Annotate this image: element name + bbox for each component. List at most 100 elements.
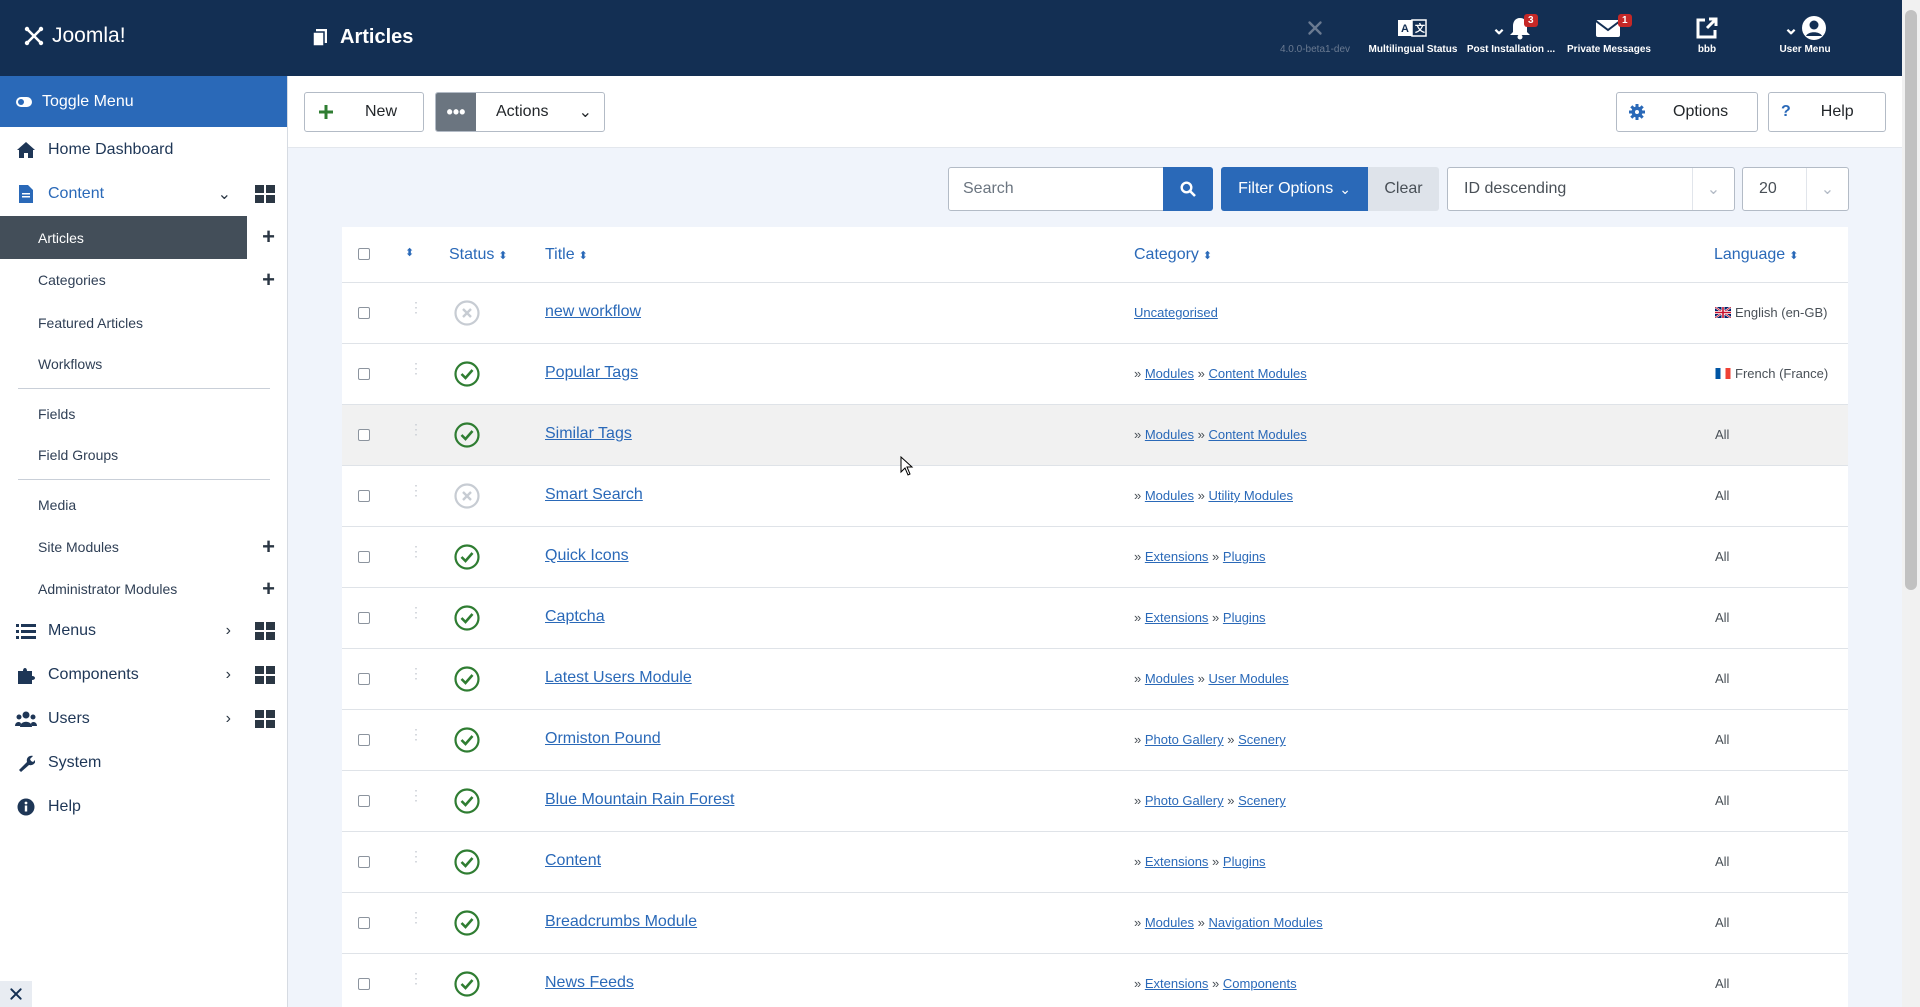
chevron-right-icon[interactable]: › bbox=[226, 710, 231, 728]
new-button[interactable]: New bbox=[304, 92, 424, 132]
row-checkbox[interactable] bbox=[358, 734, 370, 746]
chevron-right-icon[interactable]: › bbox=[226, 622, 231, 640]
category-link[interactable]: User Modules bbox=[1208, 671, 1288, 686]
sidebar-item-site-modules[interactable]: Site Modules + bbox=[0, 525, 287, 568]
status-toggle[interactable] bbox=[454, 910, 480, 941]
status-toggle[interactable] bbox=[454, 727, 480, 758]
sidebar-item-field-groups[interactable]: Field Groups bbox=[0, 433, 287, 476]
sidebar-item-articles[interactable]: Articles bbox=[0, 216, 247, 259]
drag-handle-icon[interactable]: ⋮ bbox=[409, 361, 423, 375]
sidebar-item-workflows[interactable]: Workflows bbox=[0, 342, 287, 385]
dashboard-grid-icon[interactable] bbox=[255, 185, 275, 203]
category-parent-link[interactable]: Modules bbox=[1145, 671, 1194, 686]
category-parent-link[interactable]: Extensions bbox=[1145, 854, 1209, 869]
dashboard-grid-icon[interactable] bbox=[255, 622, 275, 640]
ordering-sort-header[interactable]: ⬍ bbox=[405, 246, 414, 259]
drag-handle-icon[interactable]: ⋮ bbox=[409, 483, 423, 497]
status-toggle[interactable] bbox=[454, 971, 480, 1002]
sidebar-item-administrator-modules[interactable]: Administrator Modules + bbox=[0, 567, 287, 610]
category-link[interactable]: Scenery bbox=[1238, 732, 1286, 747]
dashboard-grid-icon[interactable] bbox=[255, 710, 275, 728]
category-link[interactable]: Navigation Modules bbox=[1208, 915, 1322, 930]
category-link[interactable]: Scenery bbox=[1238, 793, 1286, 808]
row-checkbox[interactable] bbox=[358, 429, 370, 441]
toggle-menu-button[interactable]: Toggle Menu bbox=[0, 76, 287, 127]
user-menu-button[interactable]: ⌄ User Menu bbox=[1756, 12, 1854, 64]
category-parent-link[interactable]: Modules bbox=[1145, 427, 1194, 442]
status-toggle[interactable] bbox=[454, 361, 480, 392]
sidebar-item-help[interactable]: Help bbox=[0, 792, 287, 822]
article-title-link[interactable]: Latest Users Module bbox=[545, 669, 692, 687]
status-toggle[interactable] bbox=[454, 544, 480, 575]
drag-handle-icon[interactable]: ⋮ bbox=[409, 605, 423, 619]
joomla-logo[interactable]: Joomla! bbox=[22, 24, 126, 48]
sidebar-item-home[interactable]: Home Dashboard bbox=[0, 135, 287, 165]
site-link-button[interactable]: bbb bbox=[1658, 12, 1756, 64]
category-link[interactable]: Plugins bbox=[1223, 854, 1266, 869]
category-parent-link[interactable]: Extensions bbox=[1145, 549, 1209, 564]
status-toggle[interactable] bbox=[454, 788, 480, 819]
drag-handle-icon[interactable]: ⋮ bbox=[409, 727, 423, 741]
category-parent-link[interactable]: Photo Gallery bbox=[1145, 793, 1224, 808]
language-header[interactable]: Language ⬍ bbox=[1714, 246, 1798, 264]
row-checkbox[interactable] bbox=[358, 795, 370, 807]
article-title-link[interactable]: Blue Mountain Rain Forest bbox=[545, 791, 734, 809]
article-title-link[interactable]: Similar Tags bbox=[545, 425, 632, 443]
joomla-footer-icon[interactable] bbox=[0, 981, 32, 1007]
category-parent-link[interactable]: Modules bbox=[1145, 366, 1194, 381]
sidebar-item-fields[interactable]: Fields bbox=[0, 392, 287, 435]
sidebar-item-content[interactable]: Content ⌄ bbox=[0, 179, 287, 209]
drag-handle-icon[interactable]: ⋮ bbox=[409, 422, 423, 436]
drag-handle-icon[interactable]: ⋮ bbox=[409, 300, 423, 314]
category-parent-link[interactable]: Photo Gallery bbox=[1145, 732, 1224, 747]
clear-button[interactable]: Clear bbox=[1368, 167, 1439, 211]
status-toggle[interactable] bbox=[454, 849, 480, 880]
category-link[interactable]: Plugins bbox=[1223, 549, 1266, 564]
article-title-link[interactable]: new workflow bbox=[545, 303, 641, 321]
help-button[interactable]: ? Help bbox=[1768, 92, 1886, 132]
chevron-right-icon[interactable]: › bbox=[226, 666, 231, 684]
add-category-icon[interactable]: + bbox=[262, 267, 275, 293]
article-title-link[interactable]: Captcha bbox=[545, 608, 605, 626]
title-header[interactable]: Title ⬍ bbox=[545, 246, 588, 264]
article-title-link[interactable]: News Feeds bbox=[545, 974, 634, 992]
dashboard-grid-icon[interactable] bbox=[255, 666, 275, 684]
status-toggle[interactable] bbox=[454, 605, 480, 636]
page-scrollbar[interactable] bbox=[1902, 0, 1920, 1007]
drag-handle-icon[interactable]: ⋮ bbox=[409, 666, 423, 680]
row-checkbox[interactable] bbox=[358, 551, 370, 563]
sidebar-item-users[interactable]: Users › bbox=[0, 704, 287, 734]
status-toggle[interactable] bbox=[454, 422, 480, 453]
article-title-link[interactable]: Quick Icons bbox=[545, 547, 629, 565]
category-parent-link[interactable]: Extensions bbox=[1145, 610, 1209, 625]
row-checkbox[interactable] bbox=[358, 978, 370, 990]
article-title-link[interactable]: Popular Tags bbox=[545, 364, 638, 382]
drag-handle-icon[interactable]: ⋮ bbox=[409, 971, 423, 985]
list-limit-select[interactable]: 20 ⌄ bbox=[1742, 167, 1849, 211]
row-checkbox[interactable] bbox=[358, 307, 370, 319]
category-link[interactable]: Content Modules bbox=[1208, 366, 1306, 381]
select-all-checkbox[interactable] bbox=[358, 248, 370, 260]
multilingual-status-button[interactable]: A文 Multilingual Status bbox=[1364, 12, 1462, 64]
row-checkbox[interactable] bbox=[358, 490, 370, 502]
row-checkbox[interactable] bbox=[358, 673, 370, 685]
category-link[interactable]: Utility Modules bbox=[1208, 488, 1293, 503]
row-checkbox[interactable] bbox=[358, 368, 370, 380]
chevron-down-icon[interactable]: ⌄ bbox=[218, 184, 231, 204]
drag-handle-icon[interactable]: ⋮ bbox=[409, 849, 423, 863]
category-parent-link[interactable]: Modules bbox=[1145, 915, 1194, 930]
private-messages-button[interactable]: 1 Private Messages bbox=[1560, 12, 1658, 64]
search-button[interactable] bbox=[1163, 167, 1213, 211]
article-title-link[interactable]: Content bbox=[545, 852, 601, 870]
category-link[interactable]: Plugins bbox=[1223, 610, 1266, 625]
article-title-link[interactable]: Ormiston Pound bbox=[545, 730, 661, 748]
sidebar-item-featured-articles[interactable]: Featured Articles bbox=[0, 301, 287, 344]
drag-handle-icon[interactable]: ⋮ bbox=[409, 788, 423, 802]
options-button[interactable]: Options bbox=[1616, 92, 1758, 132]
search-input[interactable]: Search bbox=[948, 167, 1164, 211]
scrollbar-thumb[interactable] bbox=[1905, 10, 1917, 590]
ordering-select[interactable]: ID descending ⌄ bbox=[1447, 167, 1735, 211]
category-link[interactable]: Components bbox=[1223, 976, 1297, 991]
sidebar-item-menus[interactable]: Menus › bbox=[0, 616, 287, 646]
sidebar-item-components[interactable]: Components › bbox=[0, 660, 287, 690]
